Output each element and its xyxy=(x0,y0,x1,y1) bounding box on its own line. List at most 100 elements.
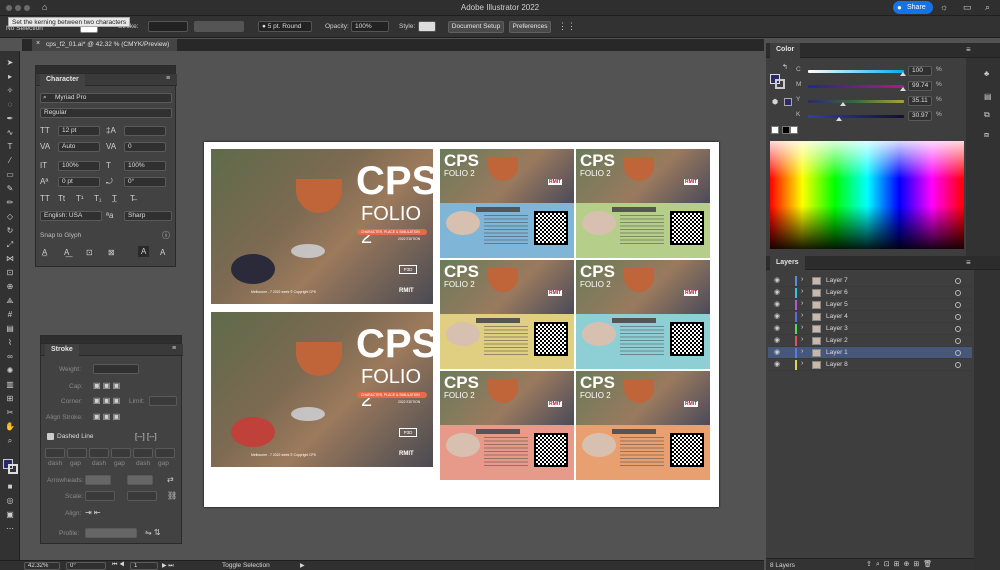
rotation-field[interactable]: 0° xyxy=(66,562,106,570)
font-size-field[interactable]: 12 pt xyxy=(58,126,100,136)
magic-wand-tool-icon[interactable]: ✧ xyxy=(4,85,16,96)
channel-k-value[interactable]: 30.97 xyxy=(908,111,932,121)
snap-xheight-icon[interactable]: A͟ xyxy=(64,248,69,257)
expand-chevron-icon[interactable]: › xyxy=(801,312,803,319)
lasso-tool-icon[interactable]: ◌ xyxy=(4,99,16,110)
artboard-field[interactable]: 1 xyxy=(130,562,158,570)
symbol-sprayer-tool-icon[interactable]: ✺ xyxy=(4,365,16,376)
tool-status[interactable]: Toggle Selection xyxy=(222,562,270,569)
expand-chevron-icon[interactable]: › xyxy=(801,288,803,295)
layer-name[interactable]: Layer 6 xyxy=(826,289,848,296)
expand-chevron-icon[interactable]: › xyxy=(801,324,803,331)
snap-angular-icon[interactable]: A xyxy=(138,246,150,257)
panel-menu-icon[interactable]: ≡ xyxy=(966,45,971,54)
folio-card[interactable]: CPS FOLIO 2 RMIT xyxy=(440,149,574,258)
layers-panel-title[interactable]: Layers xyxy=(770,256,805,270)
layer-actions-icons[interactable]: ⇪⌕⊡⊞⊕⊞🗑 xyxy=(866,560,936,569)
kerning-field[interactable]: Auto xyxy=(58,142,100,152)
blend-tool-icon[interactable]: ∞ xyxy=(4,351,16,362)
layer-name[interactable]: Layer 8 xyxy=(826,361,848,368)
layer-name[interactable]: Layer 5 xyxy=(826,301,848,308)
properties-icon[interactable]: ♣ xyxy=(984,69,989,78)
document-setup-button[interactable]: Document Setup xyxy=(448,21,504,33)
subscript-icon[interactable]: T₁ xyxy=(94,194,102,203)
shape-builder-tool-icon[interactable]: ⊕ xyxy=(4,281,16,292)
next-artboard-icon[interactable]: ▶ ⏭ xyxy=(162,562,174,570)
start-scale-field[interactable] xyxy=(85,491,115,501)
channel-y-value[interactable]: 35.11 xyxy=(908,96,932,106)
expand-chevron-icon[interactable]: › xyxy=(801,300,803,307)
rotate-tool-icon[interactable]: ↻ xyxy=(4,225,16,236)
folio-card[interactable]: CPS FOLIO 2 RMIT xyxy=(440,260,574,369)
panel-menu-icon[interactable]: ≡ xyxy=(166,75,170,82)
folio-card[interactable]: CPS FOLIO 2 RMIT xyxy=(576,260,710,369)
font-family-field[interactable]: ⌕ Myriad Pro xyxy=(40,93,172,103)
channel-y-slider[interactable] xyxy=(808,100,904,103)
gradient-tool-icon[interactable]: ▤ xyxy=(4,323,16,334)
link-scale-icon[interactable]: ⛓ xyxy=(167,491,177,500)
stroke-color-swatch[interactable] xyxy=(775,79,785,89)
style-swatch[interactable] xyxy=(418,21,436,32)
folio-card[interactable]: CPS FOLIO 2 RMIT xyxy=(576,371,710,480)
zoom-tool-icon[interactable]: ⌕ xyxy=(4,435,16,446)
visibility-eye-icon[interactable]: ◉ xyxy=(774,348,780,356)
layer-row[interactable]: ◉ › Layer 7 xyxy=(768,275,972,287)
folio-card[interactable]: CPS FOLIO 2 RMIT xyxy=(576,149,710,258)
weight-field[interactable] xyxy=(93,364,139,374)
expand-chevron-icon[interactable]: › xyxy=(801,348,803,355)
channel-k-thumb[interactable] xyxy=(836,117,843,121)
layer-target-icon[interactable] xyxy=(955,338,961,344)
gap-field[interactable] xyxy=(155,448,175,458)
artboards-icon[interactable]: ⧉ xyxy=(984,110,990,120)
start-arrowhead-field[interactable] xyxy=(85,475,111,485)
white-swatch[interactable] xyxy=(790,126,798,134)
channel-k-slider[interactable] xyxy=(808,115,904,118)
layer-target-icon[interactable] xyxy=(955,362,961,368)
stroke-weight-field[interactable] xyxy=(148,21,188,32)
panel-menu-icon[interactable]: ≡ xyxy=(172,345,176,352)
arrange-icon[interactable]: ⋮⋮ xyxy=(558,21,576,32)
snap-bounds-icon[interactable]: ⊡ xyxy=(86,248,93,257)
language-field[interactable]: English: USA xyxy=(40,211,102,221)
selection-tool-icon[interactable]: ➤ xyxy=(4,57,16,68)
color-spectrum[interactable] xyxy=(770,141,964,249)
document-tab[interactable]: × cps_f2_01.ai* @ 42.32 % (CMYK/Preview) xyxy=(32,39,178,51)
libraries-icon[interactable]: ▤ xyxy=(984,92,992,101)
direct-selection-tool-icon[interactable]: ▸ xyxy=(4,71,16,82)
gap-field[interactable] xyxy=(67,448,87,458)
layer-target-icon[interactable] xyxy=(955,302,961,308)
mesh-tool-icon[interactable]: # xyxy=(4,309,16,320)
panel-grip[interactable] xyxy=(36,66,175,74)
align-stroke-icon[interactable]: ▣ ▣ ▣ xyxy=(93,412,120,421)
visibility-eye-icon[interactable]: ◉ xyxy=(774,324,780,332)
visibility-eye-icon[interactable]: ◉ xyxy=(774,336,780,344)
black-swatch[interactable] xyxy=(782,126,790,134)
limit-field[interactable] xyxy=(149,396,177,406)
channel-c-value[interactable]: 100 xyxy=(908,66,932,76)
snap-glyph-icon[interactable]: A xyxy=(160,248,165,257)
font-style-field[interactable]: Regular xyxy=(40,108,172,118)
horizontal-scale-field[interactable]: 100% xyxy=(124,161,166,171)
channel-c-thumb[interactable] xyxy=(900,72,906,76)
vertical-scale-field[interactable]: 100% xyxy=(58,161,100,171)
status-arrow-icon[interactable]: ▶ xyxy=(300,562,305,569)
artboard[interactable]: CPS FOLIO 2 CHARACTER, PLACE & SIMULATIO… xyxy=(204,142,719,507)
curvature-tool-icon[interactable]: ∿ xyxy=(4,127,16,138)
end-arrowhead-field[interactable] xyxy=(127,475,153,485)
character-rotation-field[interactable]: 0° xyxy=(124,177,166,187)
free-transform-tool-icon[interactable]: ⊡ xyxy=(4,267,16,278)
edit-toolbar-icon[interactable]: ⋯ xyxy=(4,523,16,534)
draw-mode-icon[interactable]: ◎ xyxy=(4,495,16,506)
layer-row[interactable]: ◉ › Layer 2 xyxy=(768,335,972,347)
all-caps-icon[interactable]: TT xyxy=(40,194,50,203)
poster-bottom[interactable]: CPS FOLIO 2 CHARACTER, PLACE & SIMULATIO… xyxy=(211,312,433,467)
arrange-documents-icon[interactable]: ▭ xyxy=(963,2,972,13)
leading-field[interactable] xyxy=(124,126,166,136)
brush-definition-field[interactable]: ● 5 pt. Round xyxy=(258,21,312,32)
layer-row[interactable]: ◉ › Layer 5 xyxy=(768,299,972,311)
line-tool-icon[interactable]: ⁄ xyxy=(4,155,16,166)
panel-menu-icon[interactable]: ≡ xyxy=(966,258,971,267)
share-button[interactable]: ● Share xyxy=(893,1,933,14)
layer-row[interactable]: ◉ › Layer 4 xyxy=(768,311,972,323)
info-icon[interactable]: ⓘ xyxy=(162,230,170,241)
